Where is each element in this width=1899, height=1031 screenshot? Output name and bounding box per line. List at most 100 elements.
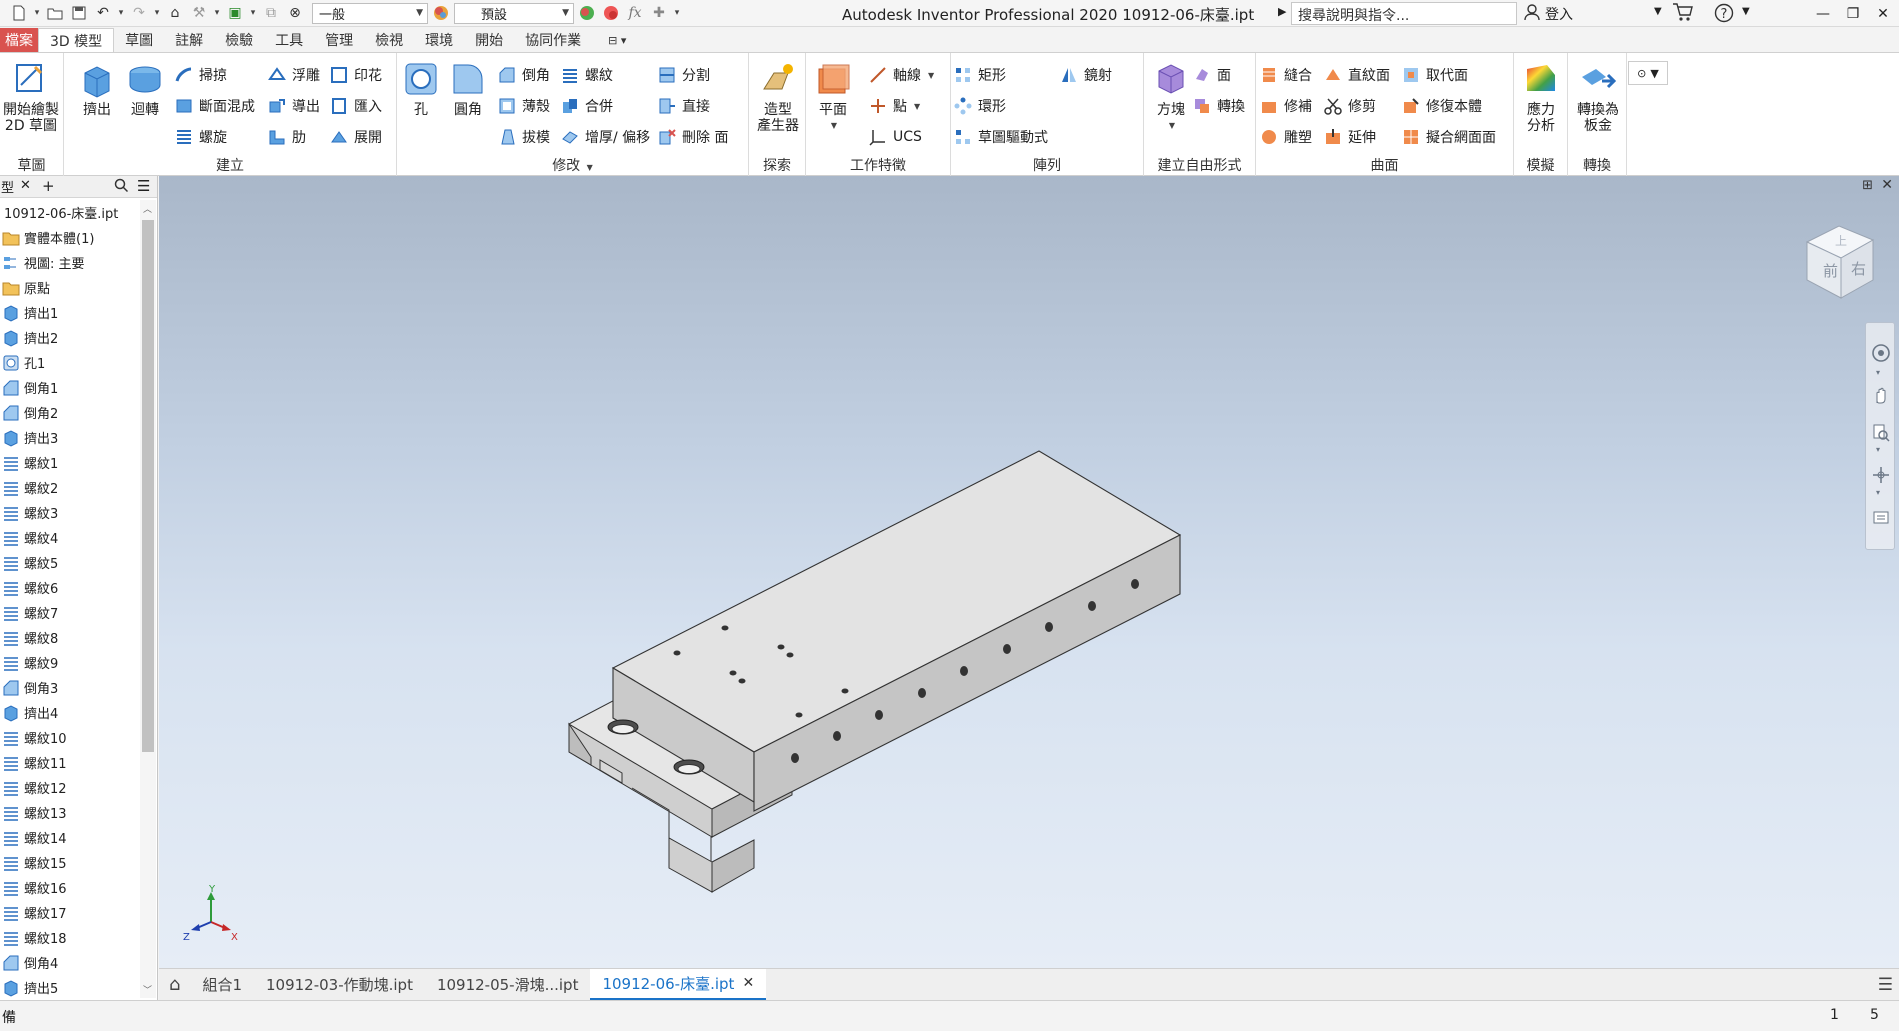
stitch-button[interactable]: 縫合: [1259, 64, 1312, 86]
coil-button[interactable]: 螺旋: [174, 126, 227, 148]
start-2d-sketch-button[interactable]: 開始繪製 2D 草圖: [0, 59, 62, 134]
appearance-combo[interactable]: 預設 ▼: [454, 2, 574, 24]
browser-tree-item[interactable]: 擠出4: [0, 700, 140, 725]
thicken-offset-button[interactable]: 增厚/ 偏移: [560, 126, 650, 148]
part-model[interactable]: [159, 176, 1899, 968]
save-icon[interactable]: [68, 3, 90, 23]
shell-button[interactable]: 薄殼: [497, 95, 550, 117]
panel-title-modify[interactable]: 修改 ▼: [397, 155, 748, 175]
tab-get-started[interactable]: 開始: [464, 28, 514, 52]
thread-button[interactable]: 螺紋: [560, 64, 613, 86]
chevron-down-icon[interactable]: ▾: [32, 3, 42, 23]
sketch-driven-pattern-button[interactable]: 草圖驅動式: [953, 126, 1048, 148]
tab-tools[interactable]: 工具: [264, 28, 314, 52]
search-icon[interactable]: [114, 178, 129, 197]
chevron-down-icon[interactable]: ▼: [1654, 6, 1662, 17]
signin-button[interactable]: 登入: [1523, 3, 1573, 25]
extrude-button[interactable]: 擠出: [72, 59, 122, 118]
customize-icon[interactable]: ▾: [672, 3, 682, 23]
browser-tree-item[interactable]: 螺紋9: [0, 650, 140, 675]
chevron-up-icon[interactable]: ︿: [143, 202, 152, 215]
tab-sketch[interactable]: 草圖: [114, 28, 164, 52]
browser-tree-item[interactable]: 擠出1: [0, 300, 140, 325]
close-icon[interactable]: ✕: [1866, 0, 1899, 27]
close-icon[interactable]: ✕: [742, 975, 754, 991]
revolve-button[interactable]: 迴轉: [120, 59, 170, 118]
chevron-down-icon[interactable]: ▾: [248, 3, 258, 23]
sculpt-button[interactable]: 雕塑: [1259, 126, 1312, 148]
undo-icon[interactable]: ↶: [92, 3, 114, 23]
doc-tab-assembly1[interactable]: 組合1: [190, 969, 254, 1001]
browser-tree-item[interactable]: 螺紋16: [0, 875, 140, 900]
box-button[interactable]: 方塊 ▼: [1146, 59, 1196, 134]
snapshot-icon[interactable]: ⧉: [260, 3, 282, 23]
browser-tree-item[interactable]: 螺紋12: [0, 775, 140, 800]
doc-tab-10912-03[interactable]: 10912-03-作動塊.ipt: [254, 969, 425, 1001]
unwrap-button[interactable]: 展開: [329, 126, 382, 148]
shape-generator-button[interactable]: 造型 產生器: [751, 59, 805, 134]
rectangular-pattern-button[interactable]: 矩形: [953, 64, 1006, 86]
browser-tree-item[interactable]: 螺紋18: [0, 925, 140, 950]
doc-tab-10912-06[interactable]: 10912-06-床臺.ipt ✕: [590, 968, 767, 1001]
fit-mesh-face-button[interactable]: 擬合網面面: [1401, 126, 1496, 148]
chevron-down-icon[interactable]: ﹀: [143, 983, 152, 996]
axis-button[interactable]: 軸線 ▼: [868, 64, 934, 86]
clear-appearance-icon[interactable]: [600, 3, 622, 23]
doc-tab-10912-05[interactable]: 10912-05-滑塊...ipt: [425, 969, 591, 1001]
menu-icon[interactable]: ☰: [1878, 975, 1893, 995]
sweep-button[interactable]: 掃掠: [174, 64, 227, 86]
loft-button[interactable]: 斷面混成: [174, 95, 255, 117]
tab-inspect[interactable]: 檢驗: [214, 28, 264, 52]
combine-button[interactable]: 合併: [560, 95, 613, 117]
tab-annotate[interactable]: 註解: [164, 28, 214, 52]
emboss-button[interactable]: 浮雕: [267, 64, 320, 86]
chevron-down-icon[interactable]: ▾: [116, 3, 126, 23]
browser-tree-item[interactable]: 螺紋8: [0, 625, 140, 650]
ribbon-display-toggle[interactable]: ⊟ ▾: [592, 28, 637, 52]
repair-bodies-button[interactable]: 修復本體: [1401, 95, 1482, 117]
convert-to-sheet-metal-button[interactable]: 轉換為 板金: [1572, 59, 1624, 134]
tab-manage[interactable]: 管理: [314, 28, 364, 52]
browser-tree-item[interactable]: 螺紋4: [0, 525, 140, 550]
ucs-button[interactable]: UCS: [868, 126, 922, 148]
mirror-button[interactable]: 鏡射: [1059, 64, 1112, 86]
appearance-icon[interactable]: [430, 3, 452, 23]
point-button[interactable]: 點 ▼: [868, 95, 920, 117]
trim-button[interactable]: 修剪: [1323, 95, 1376, 117]
add-icon[interactable]: +: [42, 177, 55, 195]
browser-tree-item[interactable]: 螺紋10: [0, 725, 140, 750]
browser-tree-item[interactable]: 螺紋5: [0, 550, 140, 575]
browser-tab-label[interactable]: 型: [0, 177, 14, 196]
chevron-down-icon[interactable]: ▼: [1742, 6, 1750, 17]
ribbon-options-dropdown[interactable]: ⊙ ▼: [1628, 61, 1668, 85]
browser-tree-item[interactable]: 螺紋13: [0, 800, 140, 825]
restore-icon[interactable]: ❐: [1836, 0, 1870, 27]
freeform-face-button[interactable]: 面: [1192, 64, 1231, 86]
freeform-convert-button[interactable]: 轉換: [1192, 95, 1245, 117]
stress-analysis-button[interactable]: 應力 分析: [1516, 59, 1566, 134]
browser-tree-item[interactable]: 螺紋14: [0, 825, 140, 850]
browser-tree-item[interactable]: 螺紋6: [0, 575, 140, 600]
circular-pattern-button[interactable]: 環形: [953, 95, 1006, 117]
tab-view[interactable]: 檢視: [364, 28, 414, 52]
extend-button[interactable]: 延伸: [1323, 126, 1376, 148]
browser-root-file[interactable]: 10912-06-床臺.ipt: [0, 200, 140, 225]
tab-environments[interactable]: 環境: [414, 28, 464, 52]
browser-scroll-thumb[interactable]: [142, 220, 154, 752]
fillet-button[interactable]: 圓角: [443, 59, 493, 118]
browser-tree-item[interactable]: 實體本體(1): [0, 225, 140, 250]
tab-file[interactable]: 檔案: [0, 28, 38, 52]
material-combo[interactable]: 一般 ▼: [312, 2, 428, 24]
rib-button[interactable]: 肋: [267, 126, 306, 148]
update-icon[interactable]: ⚒: [188, 3, 210, 23]
cart-icon[interactable]: [1672, 2, 1694, 26]
redo-icon[interactable]: ↷: [128, 3, 150, 23]
browser-tree-item[interactable]: 螺紋11: [0, 750, 140, 775]
split-button[interactable]: 分割: [657, 64, 710, 86]
chamfer-button[interactable]: 倒角: [497, 64, 550, 86]
browser-tree-item[interactable]: 螺紋7: [0, 600, 140, 625]
material-icon[interactable]: ⊗: [284, 3, 306, 23]
browser-tree-item[interactable]: 倒角1: [0, 375, 140, 400]
browser-tree-item[interactable]: 倒角3: [0, 675, 140, 700]
browser-tree-item[interactable]: 孔1: [0, 350, 140, 375]
